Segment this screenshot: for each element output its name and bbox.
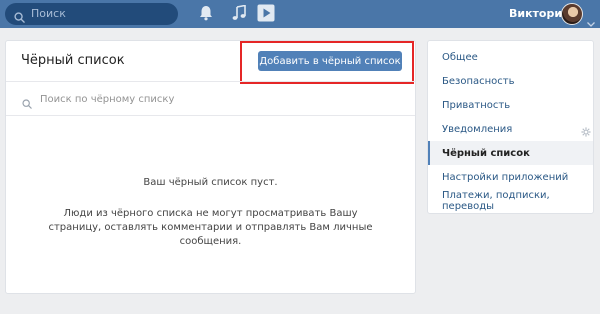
menu-item-general[interactable]: Общее — [428, 45, 593, 69]
empty-state-description: Люди из чёрного списка не могут просматр… — [48, 208, 373, 247]
gear-icon[interactable] — [581, 122, 591, 141]
avatar[interactable] — [561, 3, 583, 25]
video-icon[interactable] — [257, 4, 275, 26]
music-icon[interactable] — [232, 4, 246, 25]
menu-item-privacy[interactable]: Приватность — [428, 93, 593, 117]
divider — [6, 81, 415, 82]
bell-icon[interactable] — [199, 5, 213, 25]
page-title: Чёрный список — [21, 53, 125, 68]
blacklist-panel: Чёрный список Добавить в чёрный список В… — [5, 40, 416, 294]
menu-item-blacklist[interactable]: Чёрный список — [428, 141, 593, 165]
empty-state-title: Ваш чёрный список пуст. — [143, 177, 278, 188]
blacklist-search-input[interactable] — [40, 91, 400, 107]
top-search-box[interactable]: Поиск — [5, 3, 178, 25]
search-icon — [22, 94, 32, 113]
settings-menu: Общее Безопасность Приватность Уведомлен… — [427, 40, 594, 214]
add-to-blacklist-button[interactable]: Добавить в чёрный список — [258, 51, 402, 71]
menu-item-app-settings[interactable]: Настройки приложений — [428, 165, 593, 189]
menu-item-payments[interactable]: Платежи, подписки, переводы — [428, 189, 593, 213]
menu-item-security[interactable]: Безопасность — [428, 69, 593, 93]
top-search-placeholder: Поиск — [31, 7, 66, 20]
divider — [6, 115, 415, 116]
menu-item-notifications[interactable]: Уведомления — [428, 117, 593, 141]
search-icon — [14, 8, 25, 27]
chevron-down-icon[interactable] — [587, 12, 595, 31]
top-bar: Поиск Виктория — [0, 0, 600, 28]
